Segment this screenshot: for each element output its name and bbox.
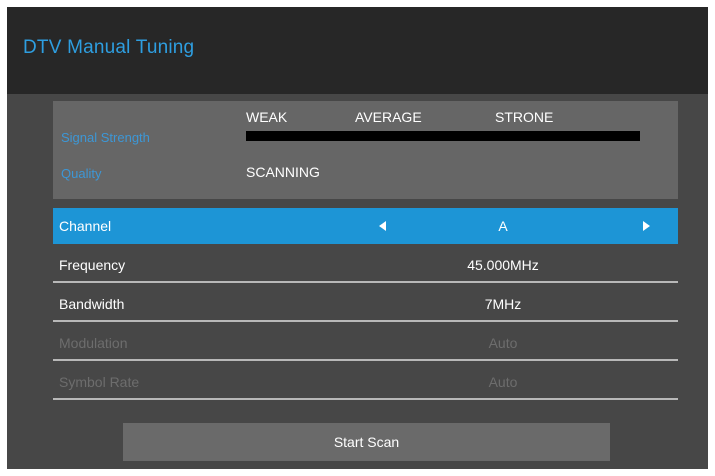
menu-row-bandwidth[interactable]: Bandwidth 7MHz bbox=[53, 286, 678, 322]
quality-label: Quality bbox=[61, 166, 102, 181]
menu-row-frequency[interactable]: Frequency 45.000MHz bbox=[53, 247, 678, 283]
frequency-label: Frequency bbox=[59, 257, 126, 273]
header-bar: DTV Manual Tuning bbox=[7, 7, 708, 94]
arrow-right-icon[interactable] bbox=[643, 221, 650, 231]
dtv-screen: DTV Manual Tuning Signal Strength Qualit… bbox=[7, 7, 708, 469]
signal-strength-label: Signal Strength bbox=[61, 130, 150, 145]
bandwidth-label: Bandwidth bbox=[59, 296, 125, 312]
symbol-rate-label: Symbol Rate bbox=[59, 374, 140, 390]
frequency-value: 45.000MHz bbox=[467, 257, 539, 273]
channel-label: Channel bbox=[59, 218, 112, 234]
signal-panel: Signal Strength Quality WEAK AVERAGE STR… bbox=[53, 101, 678, 199]
page-title: DTV Manual Tuning bbox=[23, 37, 195, 58]
level-strong-label: STRONE bbox=[495, 109, 554, 125]
quality-value: SCANNING bbox=[246, 164, 320, 180]
bandwidth-value: 7MHz bbox=[484, 296, 522, 312]
menu-row-channel[interactable]: Channel A bbox=[53, 208, 678, 244]
modulation-label: Modulation bbox=[59, 335, 128, 351]
signal-strength-bar bbox=[246, 131, 640, 141]
symbol-rate-value: Auto bbox=[488, 374, 518, 390]
menu-row-symbol-rate: Symbol Rate Auto bbox=[53, 364, 678, 400]
channel-value: A bbox=[498, 218, 508, 234]
level-weak-label: WEAK bbox=[246, 109, 288, 125]
menu-row-modulation: Modulation Auto bbox=[53, 325, 678, 361]
modulation-value: Auto bbox=[488, 335, 518, 351]
start-scan-button[interactable]: Start Scan bbox=[123, 423, 610, 461]
arrow-left-icon[interactable] bbox=[379, 221, 386, 231]
level-average-label: AVERAGE bbox=[355, 109, 422, 125]
